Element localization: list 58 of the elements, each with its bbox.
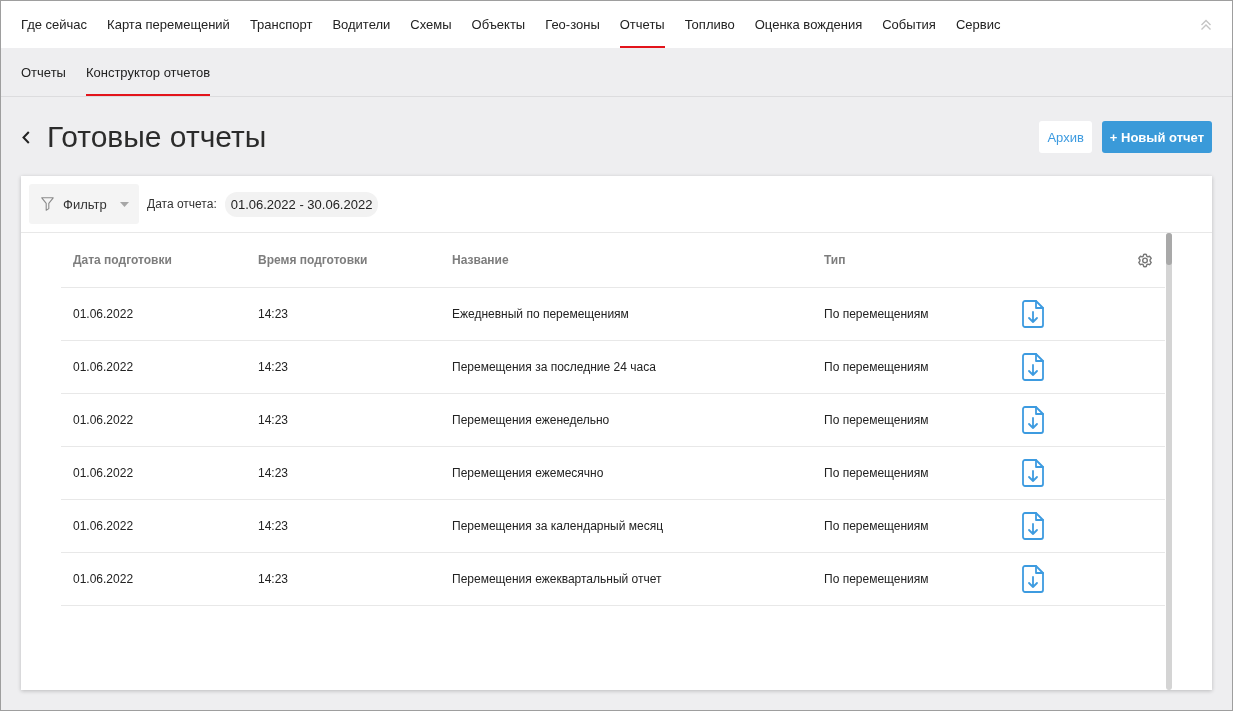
table-cell-text: 01.06.2022: [72, 572, 135, 586]
nav-tab[interactable]: Топливо: [684, 1, 735, 48]
table-cell-text: 14:23: [257, 519, 290, 533]
nav-tab[interactable]: События: [882, 1, 936, 48]
table-cell-text: Перемещения еженедельно: [451, 413, 611, 427]
nav-tab[interactable]: Оценка вождения: [754, 1, 863, 48]
table-cell-text: 14:23: [257, 360, 290, 374]
column-header: Время подготовки: [257, 253, 369, 267]
nav-tab[interactable]: Карта перемещений: [107, 1, 230, 48]
table-cell-text: 01.06.2022: [72, 307, 135, 321]
filter-button[interactable]: Фильтр: [29, 184, 139, 224]
nav-tab[interactable]: Гео-зоны: [545, 1, 600, 48]
date-label: Дата отчета:: [147, 197, 217, 211]
column-header: Дата подготовки: [72, 253, 173, 267]
table-cell-text: Перемещения за календарный месяц: [451, 519, 665, 533]
table-cell-text: Перемещения ежемесячно: [451, 466, 605, 480]
caret-down-icon: [120, 201, 129, 207]
settings-icon[interactable]: [1137, 252, 1153, 268]
nav-tab[interactable]: Где сейчас: [21, 1, 88, 48]
file-arrow-down-icon[interactable]: [1022, 512, 1044, 540]
nav-tab[interactable]: Транспорт: [249, 1, 313, 48]
file-arrow-down-icon[interactable]: [1022, 459, 1044, 487]
file-arrow-down-icon[interactable]: [1022, 565, 1044, 593]
file-arrow-down-icon[interactable]: [1022, 300, 1044, 328]
page-title: Готовые отчеты: [47, 121, 267, 153]
subnav-tab[interactable]: Отчеты: [21, 48, 66, 96]
table-cell-text: 01.06.2022: [72, 519, 135, 533]
chevron-left-icon[interactable]: [22, 130, 30, 144]
table-cell-text: Перемещения за последние 24 часа: [451, 360, 657, 374]
nav-tab[interactable]: Схемы: [410, 1, 452, 48]
table-cell-text: По перемещениям: [823, 466, 930, 480]
nav-tab[interactable]: Отчеты: [619, 1, 665, 48]
file-arrow-down-icon[interactable]: [1022, 406, 1044, 434]
table-cell-text: 01.06.2022: [72, 466, 135, 480]
funnel-icon: [41, 197, 54, 211]
table-cell-text: По перемещениям: [823, 572, 930, 586]
table-cell-text: Перемещения ежеквартальный отчет: [451, 572, 663, 586]
subnav-tab[interactable]: Конструктор отчетов: [85, 48, 211, 96]
table-cell-text: 14:23: [257, 413, 290, 427]
table-cell-text: Ежедневный по перемещениям: [451, 307, 630, 321]
table-cell-text: 14:23: [257, 307, 290, 321]
nav-tab[interactable]: Водители: [332, 1, 391, 48]
column-header: Тип: [823, 253, 847, 267]
table-cell-text: 14:23: [257, 572, 290, 586]
file-arrow-down-icon[interactable]: [1022, 353, 1044, 381]
table-cell-text: По перемещениям: [823, 519, 930, 533]
column-header: Название: [451, 253, 510, 267]
table-cell-text: 01.06.2022: [72, 360, 135, 374]
table-cell-text: По перемещениям: [823, 360, 930, 374]
table-cell-text: По перемещениям: [823, 413, 930, 427]
scrollbar-thumb[interactable]: [1166, 233, 1172, 265]
nav-tab[interactable]: Объекты: [471, 1, 526, 48]
nav-tab[interactable]: Сервис: [955, 1, 1001, 48]
date-range-chip[interactable]: 01.06.2022 - 30.06.2022: [224, 191, 379, 217]
double-chevron-up-icon[interactable]: [1200, 18, 1212, 31]
table-cell-text: 01.06.2022: [72, 413, 135, 427]
table-cell-text: По перемещениям: [823, 307, 930, 321]
table-cell-text: 14:23: [257, 466, 290, 480]
